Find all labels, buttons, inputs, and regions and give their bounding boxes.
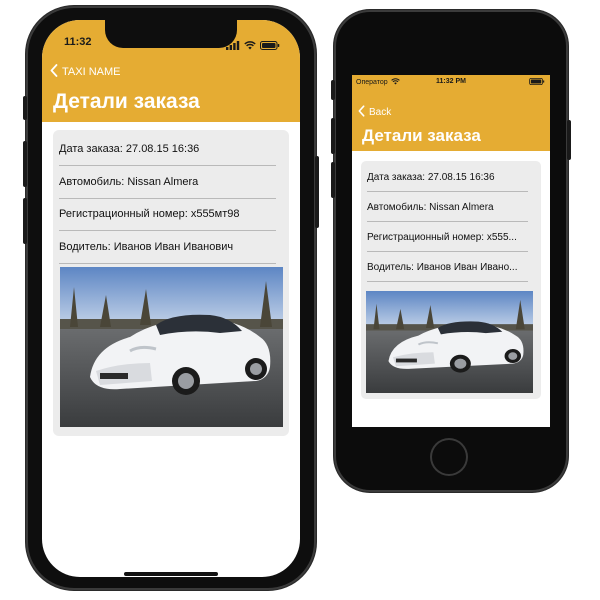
status-time: 11:32 PM [436,78,466,85]
volume-down-button [23,198,27,244]
phone-modern-screen: 11:32 TAXI NAME Детали заказа Дата заказ… [42,20,300,577]
status-bar: Оператор 11:32 PM [352,75,550,89]
silent-switch [23,96,27,120]
notch [105,20,237,48]
wifi-icon [244,37,256,55]
phone-modern-frame: 11:32 TAXI NAME Детали заказа Дата заказ… [23,6,319,590]
silent-switch [331,80,335,100]
back-button[interactable]: TAXI NAME [50,64,120,80]
phone-classic-frame: Оператор 11:32 PM Back Детали заказа Дат… [331,10,571,492]
car-photo [366,291,533,393]
car-row: Автомобиль: Nissan Almera [59,167,276,199]
back-button[interactable]: Back [358,105,391,120]
side-button [315,156,319,228]
order-date-row: Дата заказа: 27.08.15 16:36 [367,164,528,192]
volume-up-button [23,141,27,187]
back-button-label: Back [369,107,392,118]
chevron-left-icon [358,105,365,120]
page-title: Детали заказа [362,126,481,145]
order-details-card: Дата заказа: 27.08.15 16:36 Автомобиль: … [361,161,541,399]
volume-up-button [331,118,335,154]
signal-icon [226,37,240,55]
order-details-card: Дата заказа: 27.08.15 16:36 Автомобиль: … [53,130,289,436]
plate-number-row: Регистрационный номер: х555... [367,224,528,252]
car-photo [60,267,283,427]
order-date-row: Дата заказа: 27.08.15 16:36 [59,134,276,166]
status-time: 11:32 [64,36,92,48]
chevron-left-icon [50,64,58,80]
car-row: Автомобиль: Nissan Almera [367,194,528,222]
home-button[interactable] [430,438,468,476]
driver-row: Водитель: Иванов Иван Ивано... [367,254,528,282]
status-icons [226,37,280,55]
driver-row: Водитель: Иванов Иван Иванович [59,232,276,264]
battery-icon [260,37,280,55]
battery-icon [529,78,545,87]
page-title: Детали заказа [53,90,200,113]
plate-number-row: Регистрационный номер: х555мт98 [59,199,276,231]
back-button-label: TAXI NAME [62,66,121,78]
power-button [567,120,571,160]
phone-classic-screen: Оператор 11:32 PM Back Детали заказа Дат… [352,75,550,427]
home-indicator[interactable] [124,572,218,576]
volume-down-button [331,162,335,198]
